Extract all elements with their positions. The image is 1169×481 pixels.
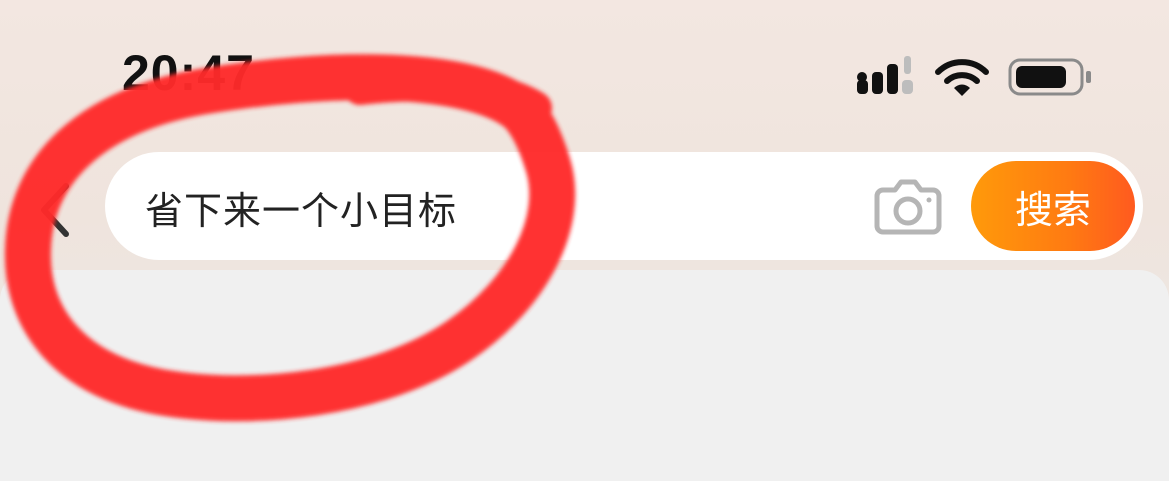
status-time: 20:47 (122, 45, 255, 101)
search-bar[interactable]: 省下来一个小目标 搜索 (105, 152, 1143, 260)
search-button[interactable]: 搜索 (971, 161, 1135, 251)
camera-icon[interactable] (873, 176, 943, 236)
search-input[interactable]: 省下来一个小目标 (145, 180, 457, 235)
content-area (0, 270, 1169, 481)
battery-icon (1008, 58, 1091, 96)
wifi-icon (935, 59, 989, 96)
back-chevron-icon[interactable] (32, 180, 82, 240)
cellular-signal-icon (857, 56, 913, 94)
status-bar: 20:47 (0, 0, 1169, 140)
